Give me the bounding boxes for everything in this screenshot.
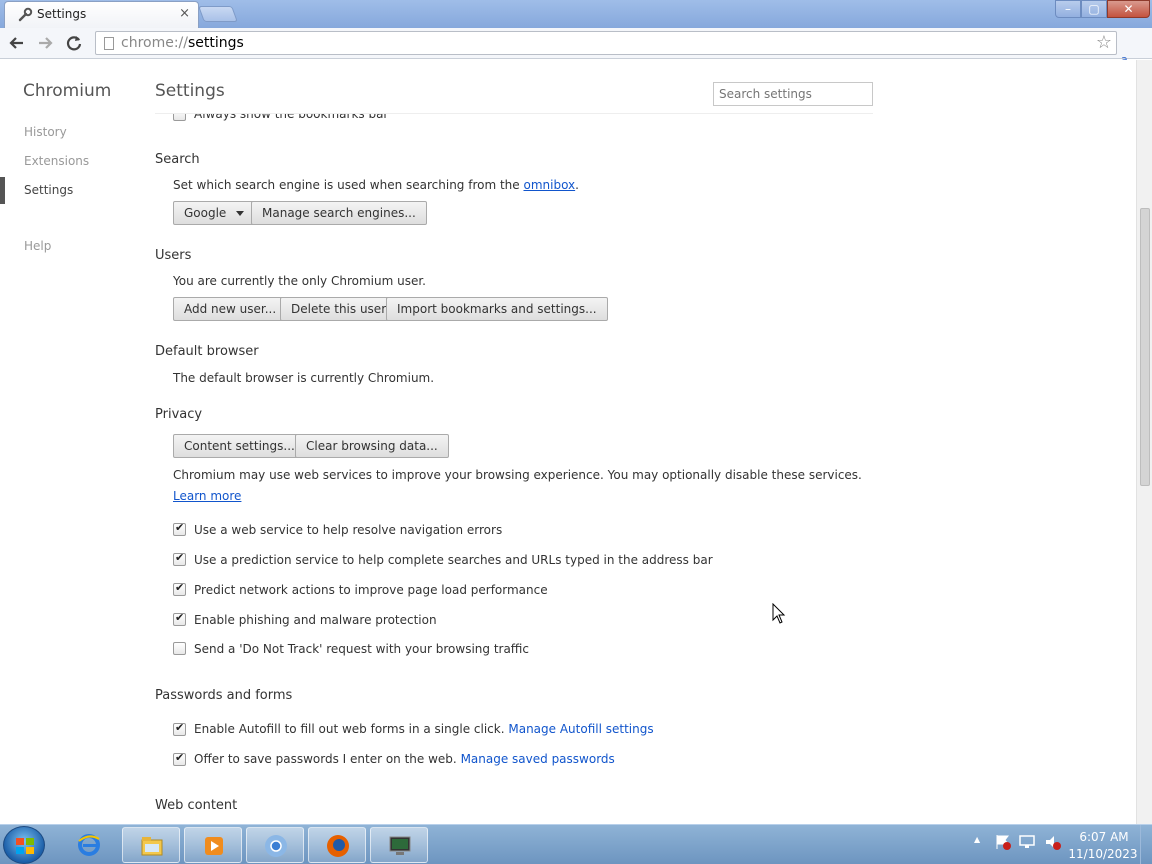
add-user-button[interactable]: Add new user... [173,297,288,321]
search-engine-select[interactable]: Google [173,201,256,225]
back-button[interactable] [6,32,28,54]
page-scrollbar[interactable] [1136,60,1152,824]
search-section-heading: Search [155,152,200,167]
windows-logo-icon [16,838,34,854]
title-bar: Settings × – ▢ ✕ [0,0,1152,28]
predict-network-label: Predict network actions to improve page … [194,583,548,597]
settings-page: Chromium History Extensions Settings Hel… [0,60,1152,824]
windows-taskbar: ▲ 6:07 AM 11/10/2023 [0,824,1152,864]
reload-button[interactable] [63,32,85,54]
sidebar-item-history[interactable]: History [24,125,67,139]
tab-settings[interactable]: Settings × [4,1,199,28]
taskbar-firefox[interactable] [308,827,366,863]
sidebar-item-settings[interactable]: Settings [24,183,73,197]
predict-network-checkbox[interactable] [173,581,186,596]
action-center-flag-icon[interactable] [994,833,1012,851]
content-settings-button[interactable]: Content settings... [173,434,306,458]
clock-time[interactable]: 6:07 AM [1074,830,1134,844]
users-description: You are currently the only Chromium user… [173,274,426,288]
sidebar-item-extensions[interactable]: Extensions [24,154,89,168]
users-section-heading: Users [155,248,192,263]
default-browser-heading: Default browser [155,344,259,359]
volume-muted-icon[interactable] [1044,833,1062,851]
sidebar-item-help[interactable]: Help [24,239,51,253]
privacy-section-heading: Privacy [155,407,203,422]
scroll-thumb[interactable] [1140,208,1150,486]
mouse-cursor-icon [772,603,786,624]
taskbar-terminal[interactable] [370,827,428,863]
clock-date[interactable]: 11/10/2023 [1068,847,1138,861]
maximize-button[interactable]: ▢ [1081,0,1107,18]
prediction-service-label: Use a prediction service to help complet… [194,553,713,567]
url-text[interactable]: chrome://settings [121,35,244,51]
internet-explorer-icon [78,834,100,856]
sidebar-selection-marker [0,177,5,204]
media-player-icon [205,837,223,855]
page-title: Settings [155,81,225,101]
save-passwords-label: Offer to save passwords I enter on the w… [194,752,615,766]
search-settings-input[interactable] [713,82,873,106]
omnibox-link[interactable]: omnibox [523,178,575,192]
save-passwords-checkbox[interactable] [173,751,186,766]
do-not-track-label: Send a 'Do Not Track' request with your … [194,642,530,656]
reload-icon [66,36,82,51]
browser-toolbar: chrome://settings ☆ a [0,28,1152,74]
import-bookmarks-button[interactable]: Import bookmarks and settings... [386,297,608,321]
show-desktop-button[interactable] [1140,825,1152,864]
manage-passwords-link[interactable]: Manage saved passwords [461,752,615,766]
chromium-icon [265,835,287,857]
start-button[interactable] [3,826,45,864]
taskbar-internet-explorer[interactable] [60,827,118,863]
clear-browsing-data-button[interactable]: Clear browsing data... [295,434,449,458]
minimize-button[interactable]: – [1055,0,1081,18]
taskbar-explorer[interactable] [122,827,180,863]
manage-search-engines-button[interactable]: Manage search engines... [251,201,427,225]
autofill-label: Enable Autofill to fill out web forms in… [194,722,654,736]
brand-title: Chromium [23,81,112,101]
delete-user-button[interactable]: Delete this user [280,297,398,321]
manage-autofill-link[interactable]: Manage Autofill settings [508,722,653,736]
autofill-checkbox[interactable] [173,721,186,736]
arrow-right-icon [39,37,53,49]
passwords-section-heading: Passwords and forms [155,688,293,703]
firefox-icon [327,835,349,857]
chevron-down-icon [236,211,245,216]
new-tab-button[interactable] [198,6,238,22]
page-icon [104,37,114,50]
bookmark-star-icon[interactable]: ☆ [1096,32,1112,53]
default-browser-description: The default browser is currently Chromiu… [173,371,435,385]
phishing-protection-label: Enable phishing and malware protection [194,613,437,627]
search-description: Set which search engine is used when sea… [173,178,579,192]
learn-more-link[interactable]: Learn more [173,489,241,503]
prediction-service-checkbox[interactable] [173,551,186,566]
address-bar[interactable]: chrome://settings ☆ [95,31,1117,55]
taskbar-media-player[interactable] [184,827,242,863]
network-icon[interactable] [1018,833,1036,851]
forward-button[interactable] [34,32,56,54]
tray-expand-icon[interactable]: ▲ [974,835,980,844]
nav-errors-label: Use a web service to help resolve naviga… [194,523,503,537]
privacy-description: Chromium may use web services to improve… [173,468,862,482]
tab-title: Settings [37,7,87,21]
taskbar-chromium[interactable] [246,827,304,863]
monitor-icon [389,836,411,855]
nav-errors-checkbox[interactable] [173,521,186,536]
folder-icon [141,837,163,856]
tab-close-icon[interactable]: × [179,6,190,21]
close-window-button[interactable]: ✕ [1107,0,1150,18]
wrench-icon [18,7,33,22]
arrow-left-icon [9,37,23,49]
do-not-track-checkbox[interactable] [173,642,186,655]
web-content-heading: Web content [155,798,238,813]
phishing-protection-checkbox[interactable] [173,611,186,626]
header-divider-line [155,113,873,114]
